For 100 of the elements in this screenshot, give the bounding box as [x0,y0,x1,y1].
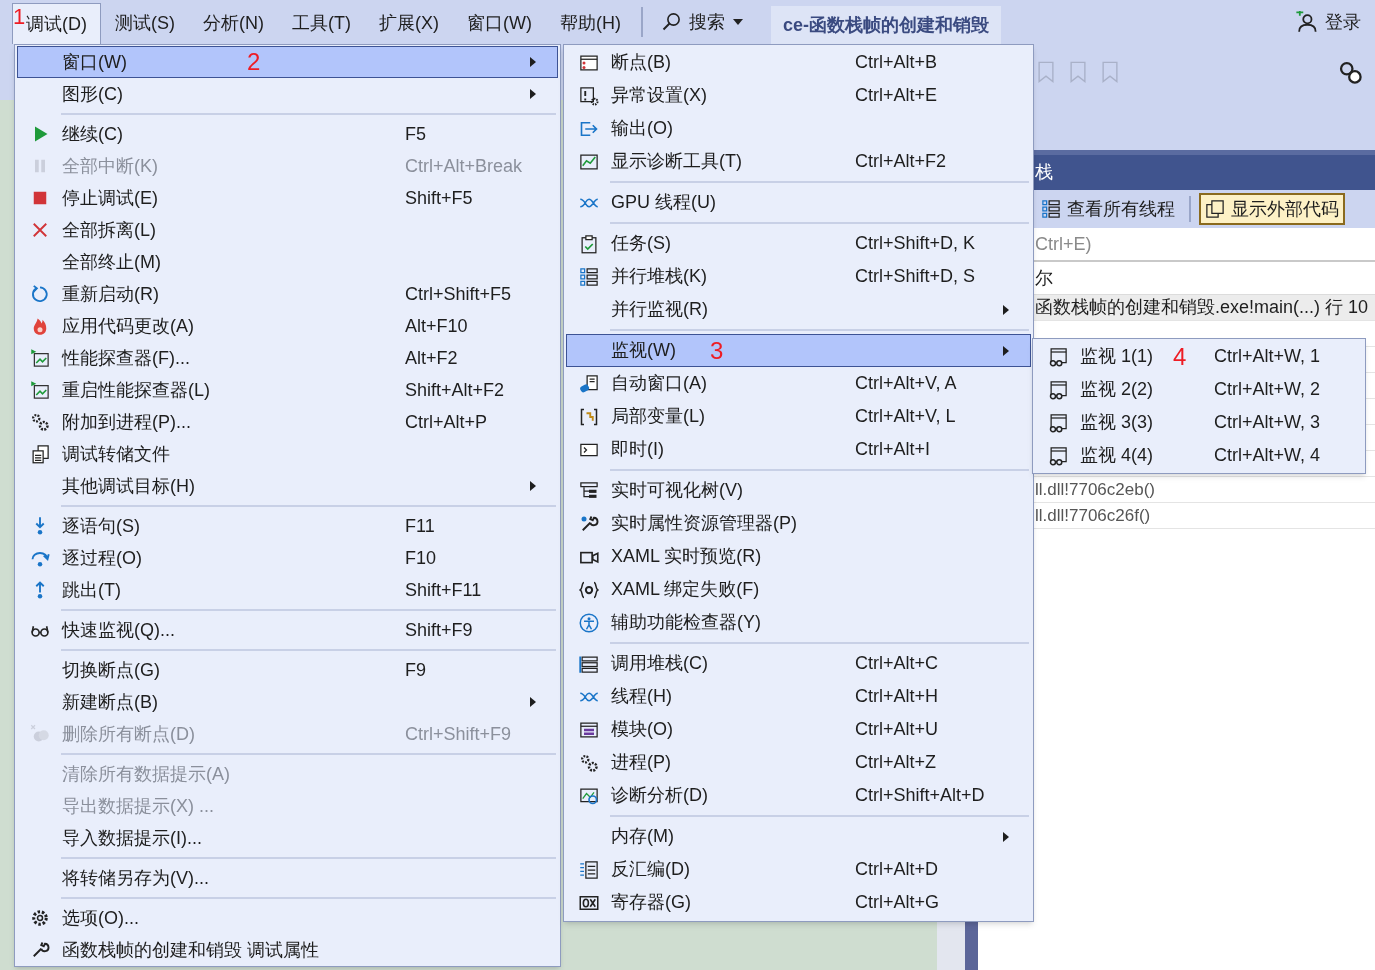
menu-item[interactable]: 寄存器(G) Ctrl+Alt+G [566,886,1031,919]
menu-tab[interactable]: 窗口(W) [453,3,546,44]
menu-item[interactable]: 全部终止(M) [17,246,558,278]
shortcut-text: Ctrl+Alt+W, 1 [1214,346,1321,366]
menu-item[interactable]: 进程(P) Ctrl+Alt+Z [566,746,1031,779]
list-icon [579,859,599,880]
toolbar-button[interactable]: 查看所有线程 [1035,193,1181,225]
chart-icon [30,348,50,368]
menu-item[interactable]: 性能探查器(F)... Alt+F2 [17,342,558,374]
menu-item[interactable]: 应用代码更改(A) Alt+F10 [17,310,558,342]
search-button[interactable]: 搜索 [654,0,749,44]
menu-item[interactable]: 快速监视(Q)... Shift+F9 [17,614,558,646]
grid-icon [1041,199,1061,219]
gears-icon [579,752,599,773]
shortcut-text: Ctrl+Shift+D, K [855,233,976,253]
menu-item[interactable]: 选项(O)... [17,902,558,934]
menu-item[interactable]: 附加到进程(P)... Ctrl+Alt+P [17,406,558,438]
caret-icon [732,19,743,25]
shortcut-text: Ctrl+Alt+W, 2 [1214,379,1321,399]
menu-item[interactable]: 函数栈帧的创建和销毁 调试属性 [17,934,558,966]
menu-item[interactable]: XAML 绑定失败(F) [566,573,1031,606]
menu-tab[interactable]: 测试(S) [101,3,189,44]
shortcut-text: F5 [405,123,426,144]
shortcut-text: F11 [405,515,435,536]
menu-item[interactable]: 即时(I) Ctrl+Alt+I [566,433,1031,466]
sign-in-button[interactable]: 登录 [1295,0,1375,44]
gears-icon [30,412,50,432]
menu-item[interactable]: 将转储另存为(V)... [17,862,558,894]
window-icon [579,52,599,73]
shortcut-text: Ctrl+Alt+Z [855,752,937,772]
menu-item[interactable]: 模块(O) Ctrl+Alt+U [566,713,1031,746]
solution-title: ce-函数栈帧的创建和销毁 [770,6,1001,44]
tree-icon [579,480,599,501]
menu-item[interactable]: 输出(O) [566,112,1031,145]
menu-item[interactable]: XAML 实时预览(R) [566,540,1031,573]
menu-item[interactable]: 切换断点(G) F9 [17,654,558,686]
menu-item[interactable]: 调试转储文件 [17,438,558,470]
menu-item[interactable]: 局部变量(L) Ctrl+Alt+V, L [566,400,1031,433]
annotation-number: 1 [13,6,26,28]
shortcut-text: Ctrl+Alt+W, 3 [1214,412,1321,432]
glasses-window-icon [1048,379,1068,400]
shortcut-text: Ctrl+Alt+W, 4 [1214,445,1321,465]
menu-tab[interactable]: 分析(N) [189,3,278,44]
annotation-number: 2 [247,50,261,74]
menu-item[interactable]: 内存(M) [566,820,1031,853]
shortcut-text: Ctrl+Alt+E [855,85,938,105]
circles-icon [30,724,50,744]
shortcut-text: Shift+F11 [405,579,482,600]
copy-icon [1205,199,1225,219]
menu-item[interactable]: 逐语句(S) F11 [17,510,558,542]
menu-item[interactable]: 停止调试(E) Shift+F5 [17,182,558,214]
menu-item[interactable]: 窗口(W) 2 [17,46,558,78]
menu-item[interactable]: GPU 线程(U) [566,186,1031,219]
menu-item[interactable]: 自动窗口(A) Ctrl+Alt+V, A [566,367,1031,400]
menu-item[interactable]: 反汇编(D) Ctrl+Alt+D [566,853,1031,886]
menu-item[interactable]: 诊断分析(D) Ctrl+Shift+Alt+D [566,779,1031,812]
menu-item[interactable]: 逐过程(O) F10 [17,542,558,574]
menu-item[interactable]: 线程(H) Ctrl+Alt+H [566,680,1031,713]
menu-item[interactable]: 调用堆栈(C) Ctrl+Alt+C [566,647,1031,680]
menu-item[interactable]: 继续(C) F5 [17,118,558,150]
menu-item[interactable]: 监视 2(2) Ctrl+Alt+W, 2 [1035,373,1363,406]
bookmark-icon [1067,60,1089,84]
menu-item[interactable]: 异常设置(X) Ctrl+Alt+E [566,79,1031,112]
menu-item[interactable]: 监视 4(4) Ctrl+Alt+W, 4 [1035,439,1363,472]
menu-item[interactable]: 监视(W) 3 [566,334,1031,367]
menu-item[interactable]: 重新启动(R) Ctrl+Shift+F5 [17,278,558,310]
menu-item[interactable]: 新建断点(B) [17,686,558,718]
shortcut-text: Ctrl+Alt+C [855,653,939,673]
menu-tab[interactable]: 帮助(H) [545,3,635,44]
menu-item[interactable]: 断点(B) Ctrl+Alt+B [566,46,1031,79]
menu-item[interactable]: 并行堆栈(K) Ctrl+Shift+D, S [566,260,1031,293]
brackets-icon [579,406,599,427]
search-icon [660,12,681,32]
menu-item[interactable]: 显示诊断工具(T) Ctrl+Alt+F2 [566,145,1031,178]
menu-item[interactable]: 全部拆离(L) [17,214,558,246]
exclamation-gear-icon [579,85,599,106]
cross-icon [30,220,50,240]
shortcut-text: Ctrl+Shift+F5 [405,283,512,304]
menu-tab[interactable]: 工具(T) [278,3,365,44]
wrench-icon [30,940,50,960]
shortcut-text: Ctrl+Alt+H [855,686,939,706]
grid-icon [579,266,599,287]
menu-item[interactable]: 监视 3(3) Ctrl+Alt+W, 3 [1035,406,1363,439]
menu-item[interactable]: 跳出(T) Shift+F11 [17,574,558,606]
shortcut-text: Ctrl+Alt+I [855,439,931,459]
restart-icon [30,284,50,304]
column-header: 尔 [1035,266,1053,290]
document-icon [579,373,599,394]
menu-item[interactable]: 图形(C) [17,78,558,110]
menu-item[interactable]: 辅助功能检查器(Y) [566,606,1031,639]
menu-item[interactable]: 监视 1(1) 4 Ctrl+Alt+W, 1 [1035,340,1363,373]
panel-title: 栈 [1035,161,1053,184]
menu-tab[interactable]: 扩展(X) [365,3,453,44]
shortcut-text: Ctrl+Alt+P [405,411,488,432]
shortcut-text: Shift+Alt+F2 [405,379,505,400]
menu-item[interactable]: 重启性能探查器(L) Shift+Alt+F2 [17,374,558,406]
toolbar-button[interactable]: 显示外部代码 [1199,193,1345,225]
bookmark-icon [1035,60,1057,84]
menu-item[interactable]: 导入数据提示(I)... [17,822,558,854]
menu-item[interactable]: 其他调试目标(H) [17,470,558,502]
